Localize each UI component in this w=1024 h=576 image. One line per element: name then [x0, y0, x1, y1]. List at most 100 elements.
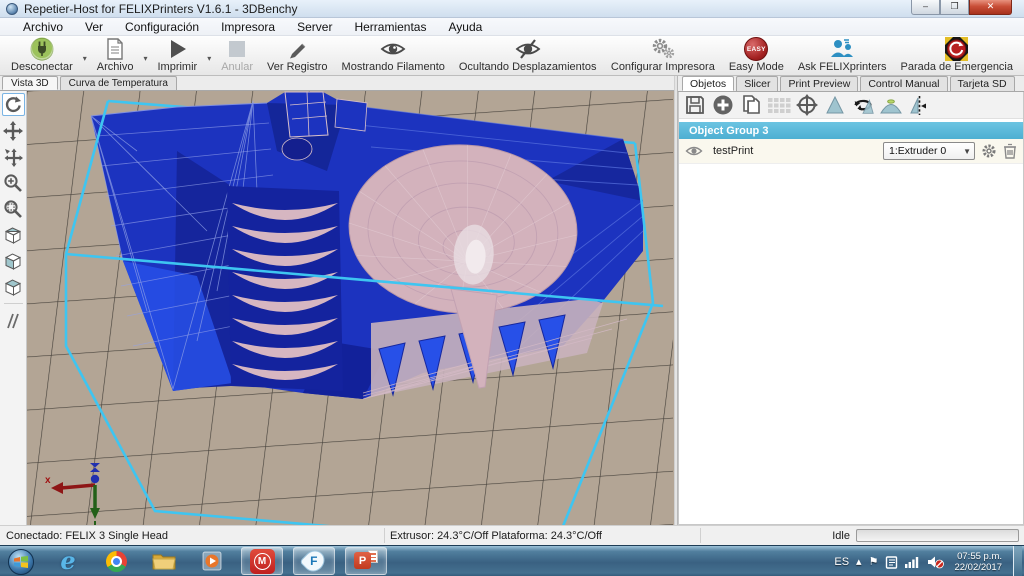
- visibility-eye-icon[interactable]: [685, 145, 703, 157]
- mirror-icon: [910, 96, 926, 115]
- clock-date: 22/02/2017: [954, 561, 1002, 573]
- emergency-stop-button[interactable]: Parada de Emergencia: [893, 36, 1020, 75]
- windows-explorer-icon[interactable]: [149, 547, 179, 575]
- tab-curva-temperatura[interactable]: Curva de Temperatura: [59, 76, 177, 90]
- maximize-button[interactable]: ❒: [940, 0, 969, 15]
- move-icon: [3, 120, 23, 141]
- isometric-view-button[interactable]: [2, 223, 25, 246]
- zoom-fit-button[interactable]: [2, 197, 25, 220]
- taskbar-repetier-felix-button[interactable]: F: [293, 546, 335, 576]
- zoom-in-button[interactable]: [2, 171, 25, 194]
- file-button[interactable]: Archivo: [90, 36, 141, 75]
- media-player-icon[interactable]: [197, 547, 227, 575]
- move-object-icon: [4, 148, 23, 167]
- object-group-header[interactable]: Object Group 3: [679, 122, 1023, 139]
- temperature-status: Extrusor: 24.3°C/Off Plataforma: 24.3°C/…: [390, 529, 602, 542]
- menu-herramientas[interactable]: Herramientas: [343, 19, 437, 35]
- disconnect-button[interactable]: Desconectar: [4, 36, 80, 75]
- add-object-button[interactable]: [711, 93, 735, 117]
- print-dropdown-icon[interactable]: ▾: [204, 54, 214, 63]
- configure-printer-button[interactable]: Configurar Impresora: [604, 36, 722, 75]
- ask-felixprinters-button[interactable]: Ask FELIXprinters: [791, 36, 894, 75]
- emergency-stop-icon: [944, 37, 969, 61]
- menu-impresora[interactable]: Impresora: [210, 19, 286, 35]
- view-log-button[interactable]: Ver Registro: [260, 36, 335, 75]
- scale-object-button[interactable]: [823, 93, 847, 117]
- tab-slicer[interactable]: Slicer: [736, 76, 779, 91]
- file-icon: [104, 38, 126, 60]
- taskbar-powerpoint-button[interactable]: P: [345, 547, 387, 575]
- system-tray: ES ▴ ⚑ 07:55 p.m. 22/02/2017: [834, 546, 1024, 576]
- front-view-button[interactable]: [2, 249, 25, 272]
- tab-vista-3d[interactable]: Vista 3D: [2, 76, 58, 90]
- stop-icon: [225, 38, 249, 60]
- action-center-flag-icon[interactable]: ⚑: [869, 555, 879, 568]
- title-bar: Repetier-Host for FELIXPrinters V1.6.1 -…: [0, 0, 1024, 18]
- extruder-selected-value: 1:Extruder 0: [889, 145, 947, 157]
- menu-ver[interactable]: Ver: [74, 19, 114, 35]
- center-object-button[interactable]: [795, 93, 819, 117]
- move-object-button[interactable]: [2, 145, 25, 168]
- add-icon: [713, 95, 733, 115]
- tab-print-preview[interactable]: Print Preview: [780, 76, 859, 91]
- extruder-select[interactable]: 1:Extruder 0 ▼: [883, 142, 975, 160]
- disconnect-dropdown-icon[interactable]: ▾: [80, 54, 90, 63]
- save-object-button[interactable]: [683, 93, 707, 117]
- show-hidden-icons-arrow[interactable]: ▴: [856, 555, 862, 568]
- close-button[interactable]: ✕: [969, 0, 1012, 15]
- hide-travel-button[interactable]: Ocultando Desplazamientos: [452, 36, 604, 75]
- rotate-object-button[interactable]: [851, 93, 875, 117]
- menu-bar: Archivo Ver Configuración Impresora Serv…: [0, 18, 1024, 36]
- move-view-button[interactable]: [2, 119, 25, 142]
- parallel-projection-icon: [7, 313, 19, 328]
- start-button[interactable]: [8, 549, 34, 575]
- easy-mode-button[interactable]: EASY Easy Mode: [722, 36, 791, 75]
- delete-object-trash-icon[interactable]: [1003, 143, 1017, 159]
- parallel-projection-button[interactable]: [2, 309, 25, 332]
- chrome-icon[interactable]: [101, 547, 131, 575]
- copy-object-button[interactable]: [739, 93, 763, 117]
- tab-objetos[interactable]: Objetos: [682, 76, 735, 91]
- rotate-view-button[interactable]: [1, 93, 25, 116]
- menu-archivo[interactable]: Archivo: [12, 19, 74, 35]
- windows-logo-icon: [14, 556, 28, 568]
- internet-explorer-icon[interactable]: e: [53, 547, 83, 575]
- mirror-object-button[interactable]: [907, 93, 931, 117]
- top-view-button[interactable]: [2, 275, 25, 298]
- show-desktop-button[interactable]: [1013, 546, 1022, 576]
- lay-flat-button[interactable]: [879, 93, 903, 117]
- show-filament-button[interactable]: Mostrando Filamento: [335, 36, 452, 75]
- menu-configuracion[interactable]: Configuración: [114, 19, 210, 35]
- menu-ayuda[interactable]: Ayuda: [437, 19, 493, 35]
- language-indicator[interactable]: ES: [834, 556, 849, 568]
- windows-taskbar: e M F P ES ▴ ⚑ 07:55 p.m. 22/02/2017: [0, 545, 1024, 576]
- object-list-empty-area: [679, 164, 1023, 524]
- model-3dbenchy[interactable]: [90, 91, 644, 400]
- file-dropdown-icon[interactable]: ▾: [140, 54, 150, 63]
- people-icon: [828, 38, 856, 60]
- copy-icon: [743, 95, 760, 114]
- eye-icon: [379, 38, 407, 60]
- window-title: Repetier-Host for FELIXPrinters V1.6.1 -…: [24, 1, 298, 16]
- lay-flat-icon: [880, 99, 902, 114]
- gadget-icon[interactable]: [885, 555, 898, 569]
- axis-x-label: x: [45, 475, 51, 486]
- object-row-testprint[interactable]: testPrint 1:Extruder 0 ▼: [679, 139, 1023, 164]
- taskbar-clock[interactable]: 07:55 p.m. 22/02/2017: [954, 551, 1002, 573]
- volume-muted-icon[interactable]: [927, 555, 945, 569]
- 3d-viewport[interactable]: x: [0, 51, 747, 576]
- tab-tarjeta-sd[interactable]: Tarjeta SD: [949, 76, 1015, 91]
- menu-server[interactable]: Server: [286, 19, 343, 35]
- taskbar-makerbot-button[interactable]: M: [241, 547, 283, 575]
- network-signal-icon[interactable]: [905, 555, 920, 568]
- object-settings-gear-icon[interactable]: [981, 143, 997, 159]
- zoom-in-icon: [4, 173, 22, 192]
- minimize-button[interactable]: –: [911, 0, 940, 15]
- autoposition-button[interactable]: [767, 93, 791, 117]
- connection-status: Conectado: FELIX 3 Single Head: [6, 529, 169, 542]
- tab-control-manual[interactable]: Control Manual: [860, 76, 948, 91]
- 3d-scene: x: [0, 51, 747, 576]
- print-button[interactable]: Imprimir: [150, 36, 204, 75]
- media-player-play-icon: [202, 551, 222, 571]
- viewport-section: Vista 3D Curva de Temperatura x: [0, 51, 747, 576]
